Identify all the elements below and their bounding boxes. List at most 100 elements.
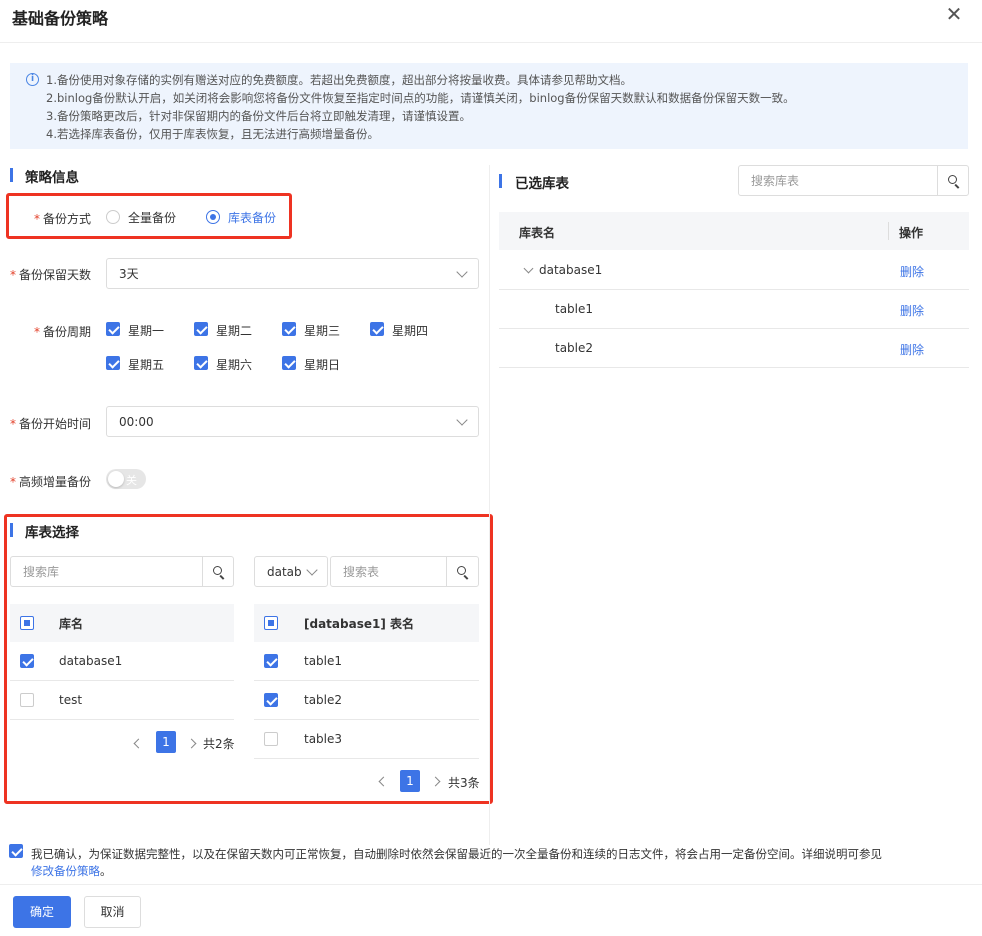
toggle-knob [108, 471, 124, 487]
cycle-day-label: 星期五 [128, 358, 165, 372]
notice-line-2: 2.binlog备份默认开启，如关闭将会影响您将备份文件恢复至指定时间点的功能，… [46, 91, 795, 105]
db-table-row[interactable]: test [10, 681, 234, 720]
section-marker [10, 168, 13, 182]
table-select-all-checkbox[interactable] [264, 616, 278, 630]
selected-row: table2 删除 [499, 329, 969, 368]
radio-circle[interactable] [106, 210, 120, 224]
retention-value: 3天 [119, 267, 139, 281]
delete-link[interactable]: 删除 [900, 302, 924, 319]
radio-circle-selected[interactable] [206, 210, 220, 224]
confirm-text-block: 我已确认，为保证数据完整性，以及在保留天数内可正常恢复，自动删除时依然会保留最近… [31, 846, 931, 880]
notice-line-4: 4.若选择库表备份，仅用于库表恢复，且无法进行高频增量备份。 [46, 127, 379, 141]
table-page-current[interactable]: 1 [400, 770, 420, 792]
cycle-day-option[interactable]: 星期三 [282, 322, 362, 338]
cycle-day-option[interactable]: 星期五 [106, 356, 186, 372]
db-header-label: 库名 [59, 617, 84, 631]
table-table-row[interactable]: table3 [254, 720, 479, 759]
db-page-current[interactable]: 1 [156, 731, 176, 753]
selected-table-header: 库表名 操作 [499, 212, 969, 250]
close-icon[interactable]: ✕ [945, 3, 963, 25]
selected-search-input[interactable]: 搜索库表 [738, 165, 938, 196]
toggle-text: 关 [126, 474, 137, 487]
confirm-checkbox[interactable] [9, 844, 23, 858]
table-row-name: table3 [304, 732, 343, 746]
cycle-day-option[interactable]: 星期二 [194, 322, 274, 338]
delete-link[interactable]: 删除 [900, 263, 924, 280]
cycle-day-checkbox[interactable] [370, 322, 384, 336]
selected-row: table1 删除 [499, 290, 969, 329]
notice-line-3: 3.备份策略更改后，针对非保留期内的备份文件后台将立即触发清理，请谨慎设置。 [46, 109, 471, 123]
cycle-day-option[interactable]: 星期四 [370, 322, 450, 338]
table-search-input[interactable]: 搜索表 [330, 556, 447, 587]
table-table-row[interactable]: table2 [254, 681, 479, 720]
col-action-header: 操作 [899, 226, 924, 240]
db-row-checkbox[interactable] [20, 693, 34, 707]
method-label: * 备份方式 [34, 212, 92, 226]
retention-label: * 备份保留天数 [10, 268, 92, 282]
db-table-row[interactable]: database1 [10, 642, 234, 681]
cycle-day-checkbox[interactable] [194, 356, 208, 370]
table-search-button[interactable] [446, 556, 479, 587]
search-icon [213, 566, 222, 575]
hf-backup-toggle[interactable]: 关 [106, 469, 146, 489]
db-search-input[interactable]: 搜索库 [10, 556, 203, 587]
cycle-day-checkbox[interactable] [194, 322, 208, 336]
notice-box: i 1.备份使用对象存储的实例有赠送对应的免费额度。若超出免费额度，超出部分将按… [10, 63, 968, 149]
table-table-header: [database1] 表名 [254, 604, 479, 642]
db-row-name: test [59, 693, 83, 707]
db-table-header: 库名 [10, 604, 234, 642]
retention-select[interactable]: 3天 [106, 258, 479, 289]
chevron-down-icon [456, 414, 468, 426]
ok-button[interactable]: 确定 [13, 896, 71, 928]
db-filter-value: datab [267, 565, 302, 579]
delete-link[interactable]: 删除 [900, 341, 924, 358]
selected-row-name: table1 [555, 302, 594, 316]
selected-row-name: table2 [555, 341, 594, 355]
row-divider [499, 367, 969, 368]
table-header-label: [database1] 表名 [304, 617, 414, 631]
cycle-day-checkbox[interactable] [106, 322, 120, 336]
selected-section-title: 已选库表 [515, 176, 569, 192]
confirm-text: 我已确认，为保证数据完整性，以及在保留天数内可正常恢复，自动删除时依然会保留最近… [31, 847, 882, 861]
radio-table-backup[interactable]: 库表备份 [206, 209, 306, 225]
selected-search-button[interactable] [937, 165, 969, 196]
header-divider [888, 222, 889, 240]
cycle-day-label: 星期三 [304, 324, 341, 338]
column-divider [489, 165, 490, 845]
section-marker [10, 523, 13, 537]
cycle-day-checkbox[interactable] [282, 322, 296, 336]
cycle-day-label: 星期四 [392, 324, 429, 338]
table-row-checkbox[interactable] [264, 693, 278, 707]
db-filter-select[interactable]: datab [254, 556, 328, 587]
cycle-day-checkbox[interactable] [282, 356, 296, 370]
confirm-link[interactable]: 修改备份策略 [31, 864, 100, 878]
cycle-day-option[interactable]: 星期一 [106, 322, 186, 338]
search-icon [948, 175, 957, 184]
start-time-select[interactable]: 00:00 [106, 406, 479, 437]
info-icon: i [26, 73, 39, 86]
chevron-down-icon[interactable] [523, 263, 534, 274]
notice-line-1: 1.备份使用对象存储的实例有赠送对应的免费额度。若超出免费额度，超出部分将按量收… [46, 73, 632, 87]
confirm-suffix: 。 [100, 864, 112, 878]
cycle-day-option[interactable]: 星期日 [282, 356, 362, 372]
table-row-name: table2 [304, 693, 343, 707]
db-row-checkbox[interactable] [20, 654, 34, 668]
db-search-button[interactable] [202, 556, 234, 587]
table-row-name: table1 [304, 654, 343, 668]
db-total: 共2条 [203, 737, 235, 751]
table-table-row[interactable]: table1 [254, 642, 479, 681]
row-divider [254, 758, 479, 759]
db-row-name: database1 [59, 654, 123, 668]
hf-backup-label: * 高频增量备份 [10, 475, 92, 489]
cycle-day-checkbox[interactable] [106, 356, 120, 370]
table-total: 共3条 [448, 776, 480, 790]
db-select-all-checkbox[interactable] [20, 616, 34, 630]
radio-full-backup[interactable]: 全量备份 [106, 209, 196, 225]
table-row-checkbox[interactable] [264, 654, 278, 668]
start-time-label: * 备份开始时间 [10, 417, 92, 431]
selected-row: database1 删除 [499, 251, 969, 290]
cycle-day-option[interactable]: 星期六 [194, 356, 274, 372]
cycle-day-label: 星期日 [304, 358, 341, 372]
cancel-button[interactable]: 取消 [84, 896, 141, 928]
table-row-checkbox[interactable] [264, 732, 278, 746]
